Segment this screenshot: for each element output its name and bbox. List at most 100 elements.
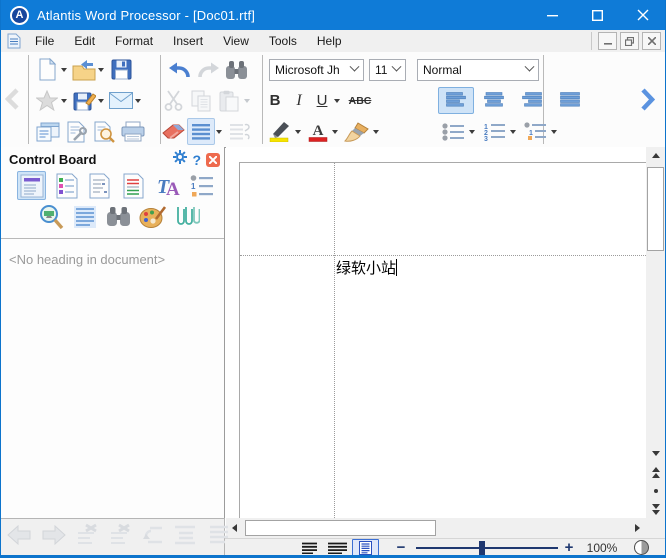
maximize-button[interactable]	[575, 0, 620, 30]
save-as-button[interactable]	[71, 87, 97, 114]
menu-format[interactable]: Format	[105, 31, 163, 51]
doc-minimize-button[interactable]	[598, 32, 617, 50]
align-left-button[interactable]	[438, 87, 474, 114]
numbering-button[interactable]: 123	[479, 118, 509, 145]
next-page-button[interactable]	[646, 501, 665, 518]
print-button[interactable]	[118, 118, 148, 145]
zoom-in-button[interactable]: +	[559, 539, 579, 556]
control-board-fields-tab[interactable]	[85, 171, 114, 200]
select-browse-object-button[interactable]	[646, 483, 665, 499]
document-canvas[interactable]: 绿软小站	[226, 147, 646, 518]
align-center-button[interactable]	[476, 87, 512, 114]
italic-button[interactable]: I	[287, 87, 311, 114]
collapse-headings-button[interactable]	[173, 524, 197, 551]
save-as-dropdown[interactable]	[98, 99, 104, 103]
save-button[interactable]	[108, 56, 134, 83]
format-painter-button[interactable]	[342, 118, 372, 145]
horizontal-scroll-thumb[interactable]	[245, 520, 436, 536]
highlight-button[interactable]	[266, 118, 294, 145]
control-board-help-button[interactable]: ?	[192, 152, 201, 168]
cut-button[interactable]	[159, 87, 187, 114]
email-dropdown[interactable]	[135, 99, 141, 103]
zoom-slider[interactable]	[416, 547, 558, 549]
horizontal-scrollbar[interactable]	[226, 518, 646, 538]
minimize-button[interactable]	[530, 0, 575, 30]
menu-tools[interactable]: Tools	[259, 31, 307, 51]
strikethrough-button[interactable]: ABC	[344, 87, 376, 114]
document-options-button[interactable]	[62, 118, 90, 145]
numbering-dropdown[interactable]	[510, 130, 516, 134]
format-painter-dropdown[interactable]	[373, 130, 379, 134]
draft-view-button[interactable]	[297, 539, 321, 556]
style-combobox[interactable]: Normal	[417, 59, 539, 81]
new-document-dropdown[interactable]	[61, 68, 67, 72]
doc-close-button[interactable]	[642, 32, 661, 50]
contrast-toggle-button[interactable]	[630, 539, 652, 556]
line-spacing-dropdown[interactable]	[216, 130, 222, 134]
move-heading-button[interactable]	[142, 524, 164, 551]
open-button[interactable]	[71, 56, 97, 83]
underline-dropdown[interactable]	[334, 99, 340, 103]
nav-back-button[interactable]	[6, 524, 32, 551]
close-button[interactable]	[620, 0, 665, 30]
paste-button[interactable]	[215, 87, 243, 114]
print-layout-button[interactable]	[352, 539, 379, 556]
menu-edit[interactable]: Edit	[64, 31, 105, 51]
control-board-outline-tab[interactable]: 1	[187, 171, 216, 200]
document-icon[interactable]	[7, 33, 21, 49]
nav-forward-button[interactable]	[41, 524, 67, 551]
multilevel-list-dropdown[interactable]	[551, 130, 557, 134]
scroll-right-button[interactable]	[629, 518, 646, 538]
bullets-dropdown[interactable]	[469, 130, 475, 134]
highlight-dropdown[interactable]	[295, 130, 301, 134]
control-board-find-tab[interactable]	[104, 202, 133, 231]
menu-help[interactable]: Help	[307, 31, 352, 51]
zoom-slider-thumb[interactable]	[479, 541, 485, 555]
zoom-out-button[interactable]: −	[391, 539, 411, 556]
control-board-dropcaps-tab[interactable]: TA	[153, 171, 182, 200]
scroll-down-button[interactable]	[646, 445, 665, 462]
control-board-colors-tab[interactable]	[138, 202, 167, 231]
eraser-button[interactable]	[159, 118, 187, 145]
font-color-dropdown[interactable]	[332, 130, 338, 134]
control-board-settings-button[interactable]	[173, 150, 187, 169]
control-board-bookmarks-tab[interactable]	[51, 171, 80, 200]
font-color-button[interactable]: A	[305, 118, 331, 145]
paste-dropdown[interactable]	[244, 99, 250, 103]
redo-button[interactable]	[194, 56, 222, 83]
open-dropdown[interactable]	[98, 68, 104, 72]
bold-button[interactable]: B	[263, 87, 287, 114]
scroll-up-button[interactable]	[646, 147, 665, 164]
control-board-close-button[interactable]	[206, 153, 220, 167]
undo-button[interactable]	[166, 56, 194, 83]
font-size-combobox[interactable]: 11	[369, 59, 406, 81]
control-board-attachments-tab[interactable]	[172, 202, 201, 231]
doc-restore-button[interactable]	[620, 32, 639, 50]
web-layout-button[interactable]	[324, 539, 350, 556]
promote-heading-button[interactable]	[76, 523, 100, 552]
clear-formatting-button[interactable]	[226, 118, 254, 145]
font-name-combobox[interactable]: Microsoft Jh	[269, 59, 364, 81]
favorites-dropdown[interactable]	[61, 99, 67, 103]
menu-insert[interactable]: Insert	[163, 31, 213, 51]
document-text[interactable]: 绿软小站	[336, 257, 397, 278]
multilevel-list-button[interactable]: 1	[520, 118, 550, 145]
vertical-scroll-thumb[interactable]	[647, 167, 664, 251]
menu-view[interactable]: View	[213, 31, 259, 51]
find-button[interactable]	[222, 56, 250, 83]
control-board-paragraphs-tab[interactable]	[70, 202, 99, 231]
align-justify-button[interactable]	[552, 87, 588, 114]
demote-heading-button[interactable]	[109, 523, 133, 552]
vertical-scrollbar[interactable]	[646, 147, 665, 518]
menu-file[interactable]: File	[25, 31, 64, 51]
control-board-review-tab[interactable]	[119, 171, 148, 200]
new-document-button[interactable]	[34, 56, 60, 83]
file-manager-button[interactable]	[34, 118, 62, 145]
favorites-button[interactable]	[34, 87, 60, 114]
print-preview-button[interactable]	[90, 118, 118, 145]
copy-button[interactable]	[187, 87, 215, 114]
control-board-overlook-tab[interactable]	[36, 202, 65, 231]
line-spacing-button[interactable]	[187, 118, 215, 145]
control-board-headings-tab[interactable]	[17, 171, 46, 200]
email-button[interactable]	[108, 87, 134, 114]
